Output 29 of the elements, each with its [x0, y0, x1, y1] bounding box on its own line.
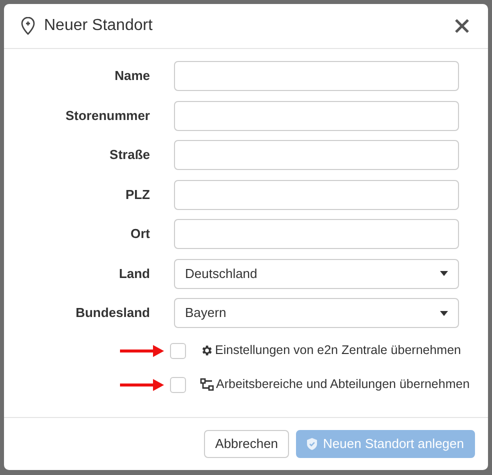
option-label: Arbeitsbereiche und Abteilungen übernehmen: [216, 376, 470, 394]
location-pin-icon: [20, 17, 36, 35]
hierarchy-icon: [200, 378, 214, 391]
dropdown[interactable]: Deutschland: [174, 258, 459, 288]
close-icon: [455, 19, 469, 33]
field-label: Land: [118, 264, 150, 283]
checkbox[interactable]: [170, 342, 186, 358]
pointer-arrow-icon: [120, 344, 164, 356]
text-input[interactable]: [174, 61, 459, 91]
field-label: Ort: [130, 225, 150, 244]
text-input[interactable]: [174, 140, 459, 170]
dropdown[interactable]: Bayern: [174, 298, 459, 328]
dialog-title: Neuer Standort: [44, 16, 153, 36]
field-label: Bundesland: [74, 304, 150, 322]
caret-icon: [440, 310, 448, 316]
text-input[interactable]: [174, 180, 459, 210]
field-label: Storenummer: [64, 106, 150, 125]
caret-icon: [440, 271, 448, 276]
text-input[interactable]: [174, 219, 459, 249]
field-label: Name: [114, 67, 150, 86]
option-label: Einstellungen von e2n Zentrale übernehmen: [215, 342, 462, 360]
pointer-arrow-icon: [120, 378, 164, 390]
checkbox[interactable]: [170, 376, 186, 392]
field-label: Straße: [108, 146, 150, 164]
cancel-button[interactable]: Abbrechen: [204, 430, 290, 458]
shield-check-icon: [307, 438, 318, 450]
gear-icon: [200, 344, 213, 357]
field-label: PLZ: [124, 186, 150, 204]
text-input[interactable]: [174, 100, 459, 130]
